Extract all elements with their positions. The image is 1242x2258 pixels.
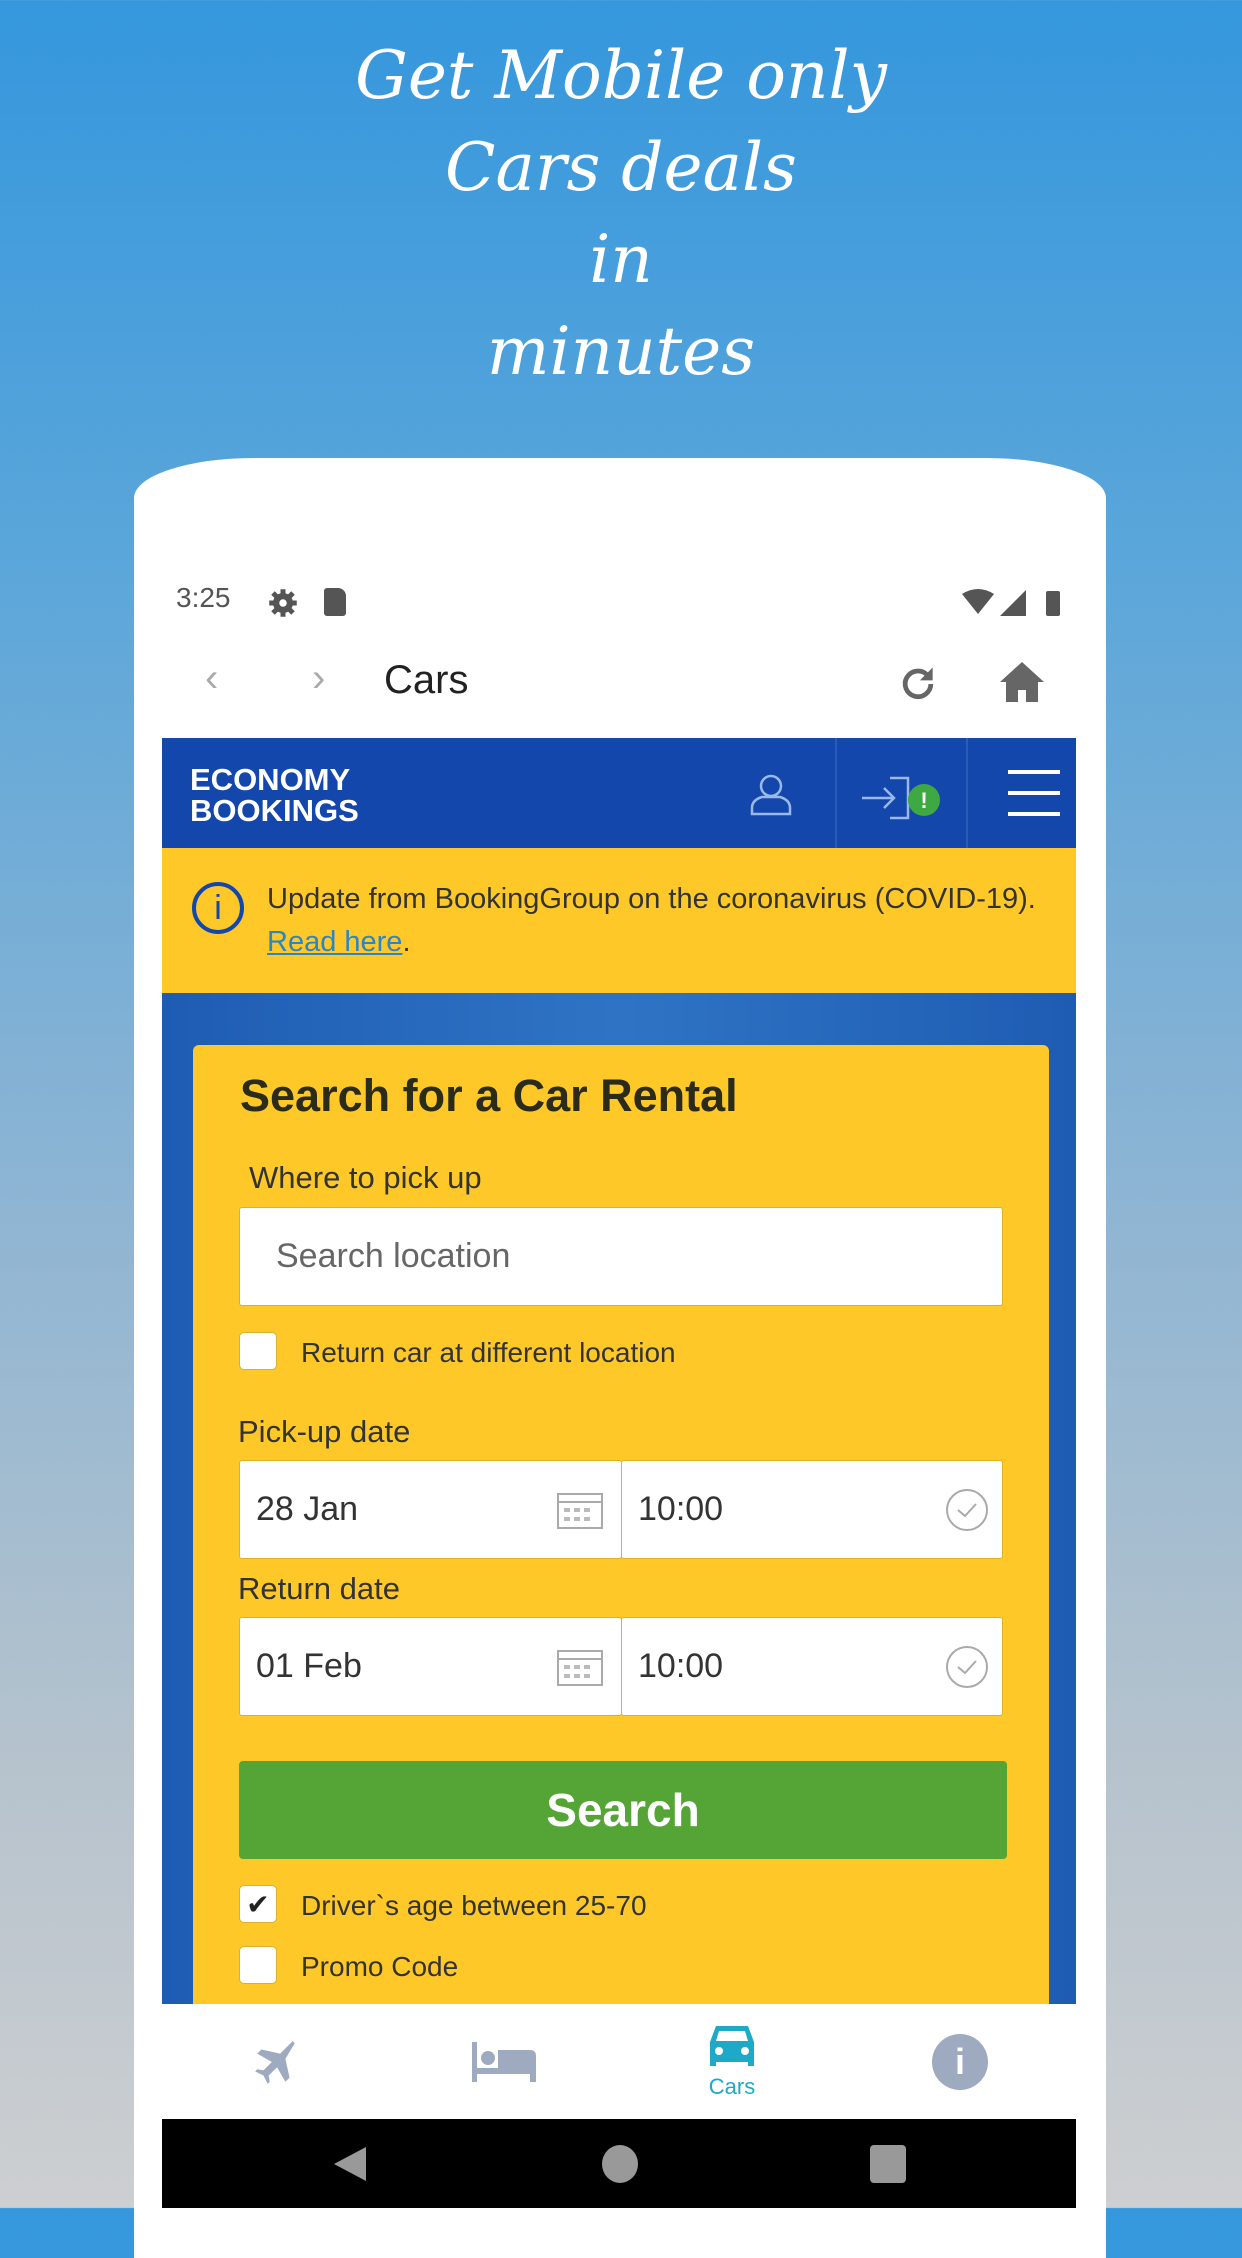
search-button[interactable]: Search [239, 1761, 1007, 1859]
promo-code-label: Promo Code [301, 1951, 459, 1982]
form-title: Search for a Car Rental [240, 1070, 738, 1121]
banner-text: Update from BookingGroup on the coronavi… [267, 883, 1036, 958]
bottom-nav: Cars i [162, 2004, 1076, 2119]
calendar-icon [557, 1493, 603, 1529]
return-date-field[interactable]: 01 Feb [239, 1617, 622, 1716]
pickup-date-label: Pick-up date [238, 1414, 411, 1449]
signal-battery-icons [962, 589, 1060, 616]
nav-cars-label: Cars [708, 2073, 756, 2099]
user-icon[interactable] [750, 772, 792, 816]
settings-icon [269, 589, 297, 617]
refresh-icon[interactable] [896, 662, 940, 706]
system-nav-bar [162, 2119, 1076, 2208]
login-icon[interactable]: ! [860, 776, 944, 820]
back-nav-icon[interactable] [332, 2145, 368, 2183]
return-different-checkbox[interactable] [239, 1332, 277, 1370]
home-nav-icon[interactable] [602, 2145, 638, 2183]
return-different-label: Return car at different location [301, 1337, 676, 1368]
pickup-date-field[interactable]: 28 Jan [239, 1460, 622, 1559]
read-here-link[interactable]: Read here [267, 926, 402, 958]
plane-icon [255, 2040, 295, 2084]
menu-icon[interactable] [1008, 770, 1060, 816]
location-input[interactable]: Search location [239, 1207, 1003, 1306]
recents-nav-icon[interactable] [870, 2145, 906, 2183]
covid-banner: i Update from BookingGroup on the corona… [162, 848, 1076, 993]
bed-icon [472, 2041, 536, 2082]
return-time-field[interactable]: 10:00 [621, 1617, 1003, 1716]
toolbar-title: Cars [384, 658, 469, 702]
car-icon [710, 2025, 754, 2066]
driver-age-checkbox[interactable]: ✔ [239, 1885, 277, 1923]
clock-icon [946, 1646, 988, 1688]
info-icon: i [192, 882, 244, 934]
promo-code-checkbox[interactable] [239, 1946, 277, 1984]
home-icon[interactable] [998, 660, 1046, 704]
pickup-label: Where to pick up [249, 1160, 482, 1195]
nav-info[interactable]: i [846, 2004, 1074, 2119]
divider [966, 738, 968, 848]
logo[interactable]: ECONOMY BOOKINGS [190, 764, 359, 826]
promo-headline: Get Mobile only Cars deals in minutes [0, 30, 1242, 398]
promo-line: in [589, 221, 653, 298]
nav-cars[interactable]: Cars [618, 2004, 846, 2119]
info-icon: i [932, 2033, 988, 2090]
driver-age-label: Driver`s age between 25-70 [301, 1890, 647, 1921]
sd-card-icon [324, 588, 346, 616]
promo-line: Cars deals [445, 129, 797, 206]
site-header: ECONOMY BOOKINGS ! [162, 738, 1076, 848]
svg-text:!: ! [920, 788, 927, 813]
promo-line: minutes [486, 313, 756, 390]
pickup-time-field[interactable]: 10:00 [621, 1460, 1003, 1559]
clock-icon [946, 1489, 988, 1531]
forward-button[interactable]: › [312, 656, 325, 701]
back-button[interactable]: ‹ [205, 656, 218, 701]
nav-hotels[interactable] [390, 2004, 618, 2119]
status-time: 3:25 [176, 582, 231, 613]
nav-flights[interactable] [162, 2004, 390, 2119]
divider [835, 738, 837, 848]
calendar-icon [557, 1650, 603, 1686]
return-date-label: Return date [238, 1571, 400, 1606]
promo-line: Get Mobile only [355, 37, 887, 114]
